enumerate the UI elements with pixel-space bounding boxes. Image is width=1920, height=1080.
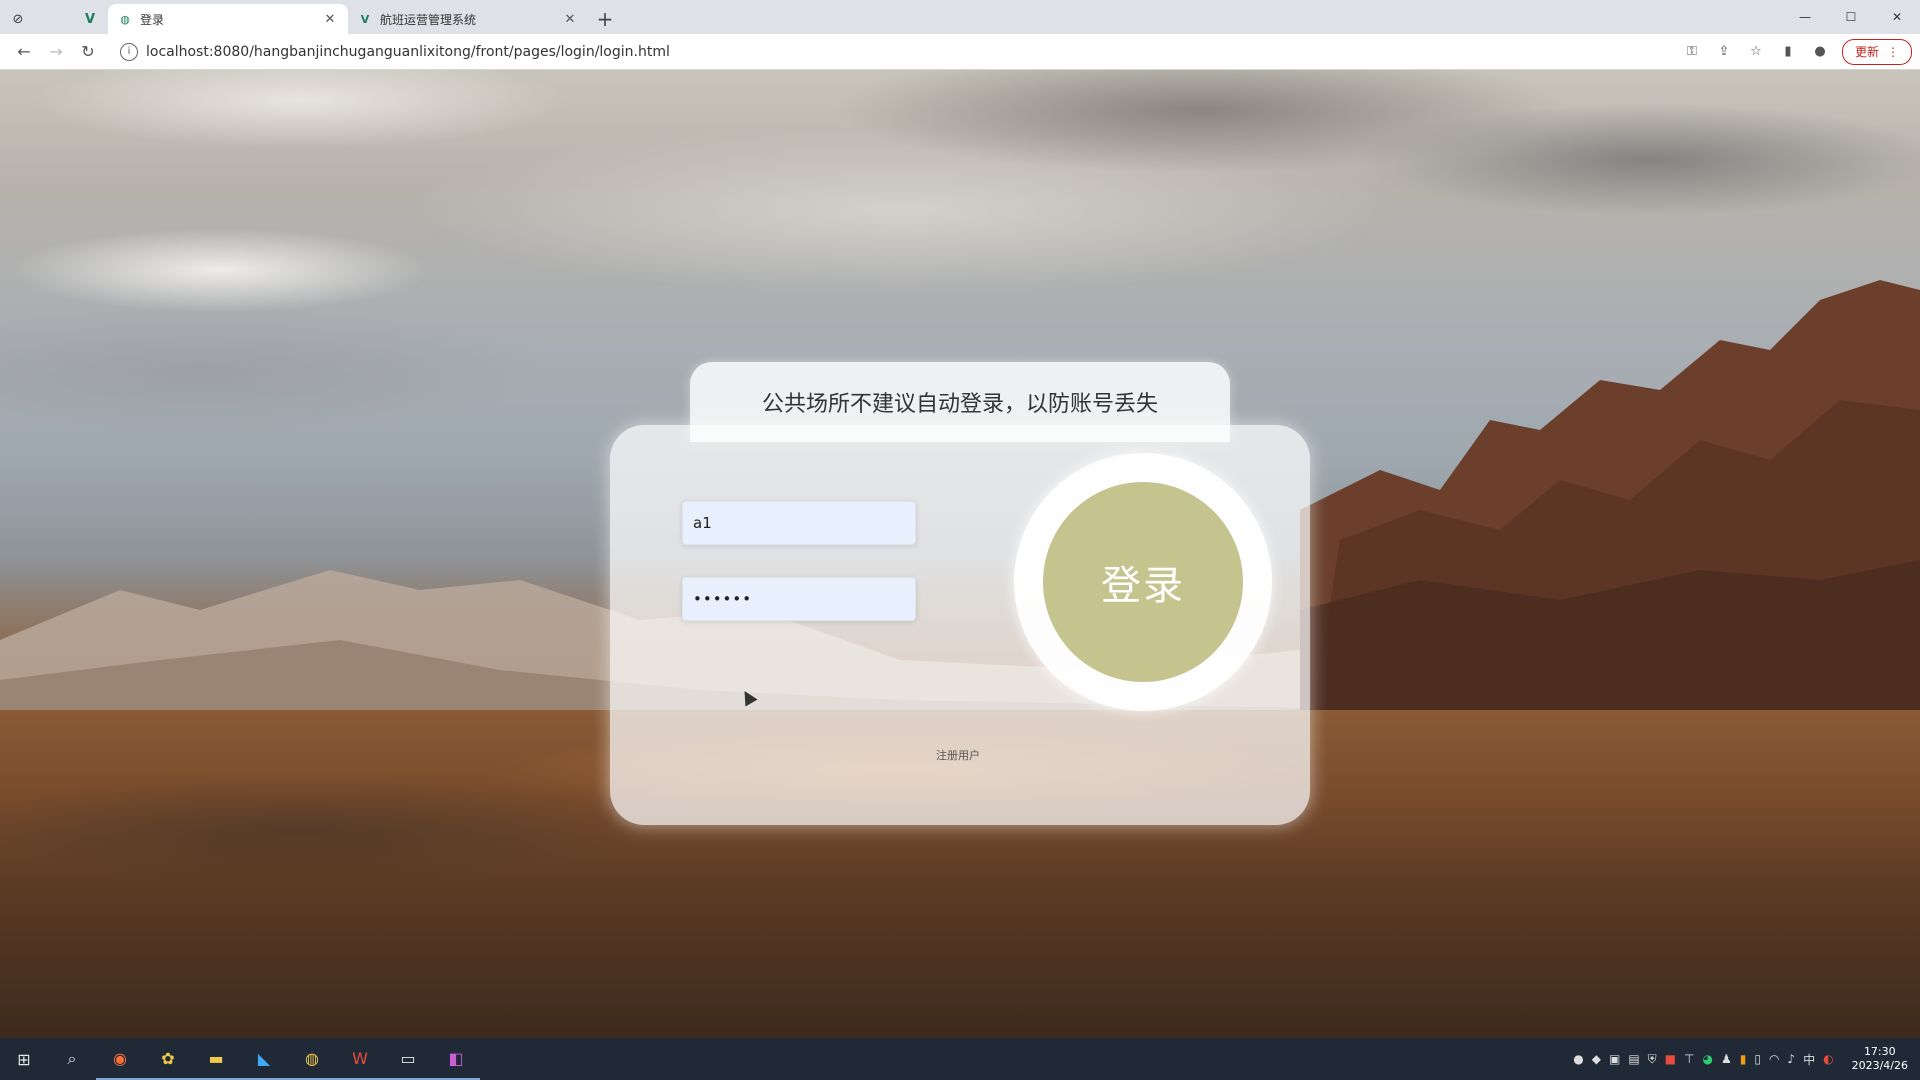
dog-app-icon[interactable]: ✿: [144, 1038, 192, 1080]
tab-login[interactable]: ◍ 登录 ✕: [108, 4, 348, 34]
ime-indicator[interactable]: 中: [1803, 1051, 1815, 1068]
wechat-icon[interactable]: ◕: [1702, 1052, 1712, 1066]
url-text: localhost:8080/hangbanjinchuganguanlixit…: [146, 43, 670, 60]
tray-app-icon[interactable]: ◐: [1823, 1052, 1833, 1066]
tray-app-icon[interactable]: ▤: [1628, 1052, 1639, 1066]
system-clock[interactable]: 17:30 2023/4/26: [1852, 1045, 1908, 1073]
network-icon[interactable]: ◠: [1769, 1052, 1779, 1066]
tab-title: 登录: [140, 12, 165, 27]
star-icon[interactable]: ☆: [1740, 38, 1772, 66]
update-label: 更新: [1854, 45, 1879, 59]
system-tray: ● ◆ ▣ ▤ ⛨ ■ ⊤ ◕ ♟ ▮ ▯ ◠ ♪ 中 ◐ 17:30 2023…: [1573, 1045, 1920, 1073]
clock-time: 17:30: [1863, 1045, 1896, 1058]
maximize-button[interactable]: ☐: [1828, 0, 1874, 34]
tray-app-icon[interactable]: ▮: [1740, 1052, 1747, 1066]
password-input[interactable]: [682, 577, 916, 621]
terminal-icon[interactable]: ▭: [384, 1038, 432, 1080]
login-card: 登录 注册用户: [610, 425, 1310, 825]
back-button[interactable]: ←: [8, 38, 40, 66]
taskbar: ⊞ ⌕ ◉ ✿ ▬ ◣ ◍ W ▭ ◧ ● ◆ ▣ ▤ ⛨ ■ ⊤ ◕ ♟ ▮ …: [0, 1038, 1920, 1080]
tab-title: 航班运营管理系统: [380, 12, 477, 27]
tray-app-icon[interactable]: ◆: [1592, 1052, 1601, 1066]
tray-app-icon[interactable]: ▣: [1609, 1052, 1620, 1066]
reload-button[interactable]: ↻: [72, 38, 104, 66]
pinned-tab-icon[interactable]: ⊘: [0, 4, 36, 34]
vscode-icon[interactable]: ◣: [240, 1038, 288, 1080]
chrome-icon[interactable]: ◍: [288, 1038, 336, 1080]
update-button[interactable]: 更新 ⋮: [1841, 38, 1912, 65]
intellij-icon[interactable]: ◧: [432, 1038, 480, 1080]
folder-icon[interactable]: ▬: [192, 1038, 240, 1080]
start-icon[interactable]: ⊞: [0, 1038, 48, 1080]
search-icon[interactable]: ⌕: [48, 1038, 96, 1080]
battery-icon[interactable]: ▯: [1754, 1052, 1761, 1066]
firefox-icon[interactable]: ◉: [96, 1038, 144, 1080]
toolbar-icons: ⚿ ⇪ ☆ ▮ ● 更新 ⋮: [1676, 38, 1912, 66]
page-background: 公共场所不建议自动登录，以防账号丢失 登录 注册用户 帮助: [0, 70, 1920, 1038]
forward-button[interactable]: →: [40, 38, 72, 66]
share-icon[interactable]: ⇪: [1708, 38, 1740, 66]
register-link[interactable]: 注册用户: [936, 747, 980, 763]
pinned-tab-v-icon[interactable]: V: [72, 4, 108, 34]
close-icon[interactable]: ✕: [322, 12, 338, 27]
login-button[interactable]: 登录: [1043, 482, 1243, 682]
pinned-tab-blank[interactable]: [36, 4, 72, 34]
sidebar-icon[interactable]: ▮: [1772, 38, 1804, 66]
shield-icon[interactable]: ⛨: [1648, 1052, 1657, 1067]
info-icon[interactable]: i: [120, 42, 138, 61]
close-icon[interactable]: ✕: [562, 12, 578, 27]
new-tab-button[interactable]: +: [588, 4, 622, 34]
volume-icon[interactable]: ♪: [1787, 1052, 1795, 1066]
login-button-ring: 登录: [1014, 453, 1272, 711]
key-icon[interactable]: ⚿: [1676, 38, 1708, 66]
close-window-button[interactable]: ✕: [1874, 0, 1920, 34]
tab-admin[interactable]: V 航班运营管理系统 ✕: [348, 4, 588, 34]
address-bar[interactable]: i localhost:8080/hangbanjinchuganguanlix…: [114, 38, 1676, 66]
profile-icon[interactable]: ●: [1804, 38, 1836, 66]
v-logo-icon: V: [360, 12, 370, 26]
clock-date: 2023/4/26: [1851, 1059, 1908, 1072]
window-controls: — ☐ ✕: [1782, 0, 1920, 34]
tray-app-icon[interactable]: ■: [1665, 1052, 1676, 1066]
globe-icon: ◍: [120, 12, 130, 26]
browser-toolbar: ← → ↻ i localhost:8080/hangbanjinchugang…: [0, 34, 1920, 70]
wps-icon[interactable]: W: [336, 1038, 384, 1080]
minimize-button[interactable]: —: [1782, 0, 1828, 34]
username-input[interactable]: [682, 501, 916, 545]
menu-dots-icon: ⋮: [1887, 44, 1899, 59]
tray-app-icon[interactable]: ●: [1573, 1052, 1583, 1066]
browser-tabbar: ⊘ V ◍ 登录 ✕ V 航班运营管理系统 ✕ + — ☐ ✕: [0, 0, 1920, 34]
tray-app-icon[interactable]: ⊤: [1684, 1052, 1694, 1066]
tray-app-icon[interactable]: ♟: [1721, 1052, 1732, 1066]
